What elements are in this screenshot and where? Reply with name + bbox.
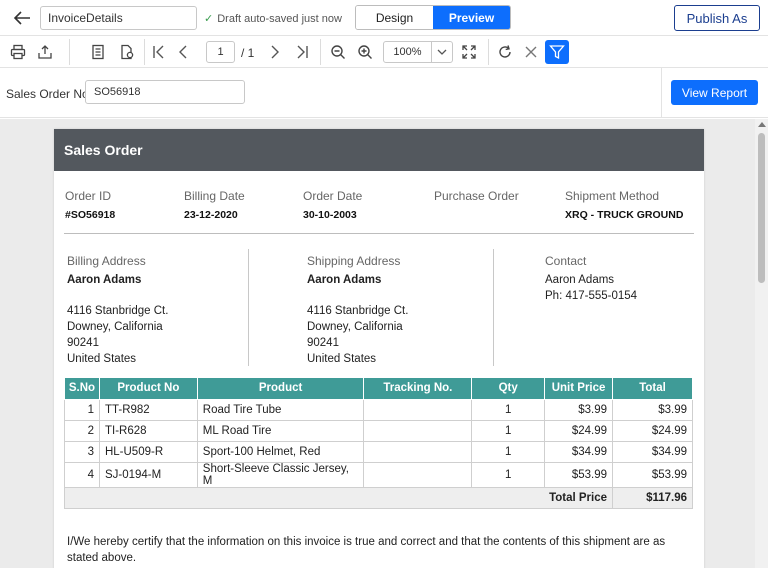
fit-page-icon[interactable] [457,40,481,64]
table-cell: $53.99 [544,461,614,488]
page-total: / 1 [241,46,255,60]
top-bar: ✓ Draft auto-saved just now Design Previ… [0,0,768,36]
column-header: Product [196,378,365,400]
save-status: ✓ Draft auto-saved just now [204,12,342,26]
report-name-input[interactable] [40,6,197,30]
vertical-scrollbar[interactable] [755,119,768,568]
table-cell: 1 [471,419,546,442]
export-icon[interactable] [33,40,57,64]
table-cell: $3.99 [612,398,693,421]
sales-order-label: Sales Order No: [6,87,93,101]
table-cell: 3 [64,440,100,463]
mode-switch: Design Preview [355,5,511,30]
column-header: Total [612,378,693,400]
table-cell: TT-R982 [98,398,198,421]
certification-text: I/We hereby certify that the information… [67,536,666,564]
table-cell [363,461,473,488]
billing-address: Billing Address Aaron Adams 4116 Stanbri… [67,254,169,365]
column-header: Unit Price [544,378,614,400]
checkmark-icon: ✓ [204,13,214,25]
save-status-text: Draft auto-saved just now [217,12,342,25]
zoom-in-icon[interactable] [353,40,377,64]
publish-as-button[interactable]: Publish As [674,5,760,31]
zoom-select[interactable]: 100% [383,41,453,63]
design-tab[interactable]: Design [356,6,433,29]
table-cell: Sport-100 Helmet, Red [196,440,365,463]
contact: Contact Aaron Adams Ph: 417-555-0154 [545,254,638,302]
table-cell: 1 [64,398,100,421]
table-cell: TI-R628 [98,419,198,442]
document-map-icon[interactable] [86,40,110,64]
table-cell: 1 [471,398,546,421]
table-cell: $34.99 [544,440,614,463]
back-arrow-icon[interactable] [10,6,34,30]
table-header-row: S.No Product No Product Tracking No. Qty… [64,378,693,400]
close-icon[interactable] [519,40,543,64]
total-price-label: Total Price [63,486,614,509]
table-cell: SJ-0194-M [98,461,198,488]
column-header: Product No [98,378,198,400]
order-date: Order Date 30-10-2003 [303,189,363,221]
refresh-icon[interactable] [493,40,517,64]
table-cell: Short-Sleeve Classic Jersey, M [196,461,365,488]
column-header: S.No [64,378,100,400]
table-cell [363,440,473,463]
purchase-order: Purchase Order [434,189,519,203]
table-cell: 1 [471,461,546,488]
table-cell: ML Road Tire [196,419,365,442]
report-page: Sales Order Order ID #SO56918 Billing Da… [54,129,704,568]
table-cell: $24.99 [544,419,614,442]
sales-order-input[interactable] [85,80,245,104]
viewer-toolbar: / 1 100% [0,36,768,68]
report-title: Sales Order [64,142,143,158]
table-row: 4 SJ-0194-M Short-Sleeve Classic Jersey,… [64,461,693,488]
total-row: Total Price $117.96 [63,486,693,509]
table-cell: 4 [64,461,100,488]
table-cell: $34.99 [612,440,693,463]
chevron-down-icon[interactable] [431,42,452,62]
shipment-method: Shipment Method XRQ - TRUCK GROUND [565,189,684,221]
parameter-bar: Sales Order No: View Report [0,68,768,118]
order-items-table: S.No Product No Product Tracking No. Qty… [63,378,693,509]
billing-date: Billing Date 23-12-2020 [184,189,245,221]
table-row: 3 HL-U509-R Sport-100 Helmet, Red 1 $34.… [64,440,693,463]
zoom-value: 100% [393,46,422,58]
view-report-button[interactable]: View Report [671,80,758,105]
last-page-icon[interactable] [290,40,314,64]
previous-page-icon[interactable] [172,40,196,64]
column-header: Qty [471,378,546,400]
table-cell [363,398,473,421]
preview-tab[interactable]: Preview [433,6,510,29]
order-id: Order ID #SO56918 [65,189,116,221]
print-icon[interactable] [6,40,30,64]
table-cell: HL-U509-R [98,440,198,463]
table-cell: 2 [64,419,100,442]
filter-icon[interactable] [545,40,569,64]
report-viewer: Sales Order Order ID #SO56918 Billing Da… [0,119,768,568]
table-cell [363,419,473,442]
table-row: 2 TI-R628 ML Road Tire 1 $24.99 $24.99 [64,419,693,442]
scroll-thumb[interactable] [758,133,765,283]
total-price-value: $117.96 [612,486,693,509]
report-header: Sales Order [54,129,704,171]
table-cell: $24.99 [612,419,693,442]
scroll-up-icon[interactable] [758,122,766,127]
table-cell: 1 [471,440,546,463]
table-row: 1 TT-R982 Road Tire Tube 1 $3.99 $3.99 [64,398,693,421]
table-cell: $53.99 [612,461,693,488]
page-setup-icon[interactable] [115,40,139,64]
page-number-input[interactable] [206,41,235,63]
table-cell: Road Tire Tube [196,398,365,421]
next-page-icon[interactable] [262,40,286,64]
first-page-icon[interactable] [147,40,171,64]
column-header: Tracking No. [363,378,473,400]
zoom-out-icon[interactable] [326,40,350,64]
shipping-address: Shipping Address Aaron Adams 4116 Stanbr… [307,254,409,365]
table-cell: $3.99 [544,398,614,421]
